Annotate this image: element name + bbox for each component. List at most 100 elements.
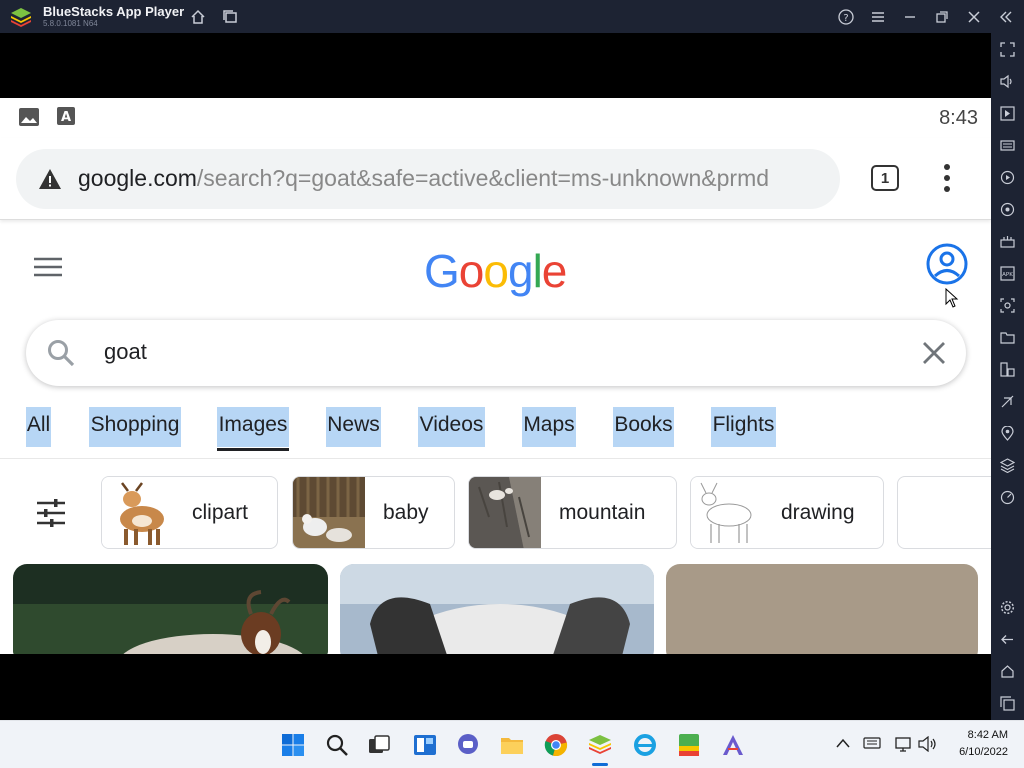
- url-host: google.com: [78, 165, 197, 191]
- logo-letter: g: [507, 245, 534, 297]
- logo-letter: o: [458, 245, 485, 297]
- folder-icon[interactable]: [999, 329, 1016, 346]
- restore-icon[interactable]: [933, 8, 951, 26]
- back-icon[interactable]: [999, 631, 1016, 648]
- address-bar[interactable]: google.com/search?q=goat&safe=active&cli…: [16, 149, 840, 209]
- media-icon[interactable]: [999, 105, 1016, 122]
- tab-all[interactable]: All: [26, 407, 51, 447]
- taskbar-search-icon[interactable]: [325, 733, 349, 757]
- svg-text:A: A: [61, 110, 71, 125]
- image-result[interactable]: [13, 564, 328, 654]
- clear-search-icon[interactable]: [922, 341, 946, 365]
- multi-instance-icon[interactable]: [221, 8, 239, 26]
- performance-icon[interactable]: [999, 489, 1016, 506]
- bluestacks-logo-icon: [11, 8, 31, 27]
- bluestacks-taskbar-icon[interactable]: [588, 733, 612, 757]
- chip-drawing[interactable]: drawing: [690, 476, 884, 549]
- layers-icon[interactable]: [999, 457, 1016, 474]
- more-options-icon[interactable]: [944, 164, 950, 192]
- help-icon[interactable]: ?: [837, 8, 855, 26]
- keyboard-icon[interactable]: [999, 137, 1016, 154]
- mountain-goat-thumbnail: [469, 477, 541, 548]
- android-status-bar: A 8:43: [0, 98, 991, 138]
- mouse-cursor-icon: [945, 288, 959, 308]
- google-logo[interactable]: Google: [424, 244, 568, 298]
- tab-shopping[interactable]: Shopping: [89, 407, 181, 447]
- image-results: [0, 564, 991, 654]
- internet-explorer-icon[interactable]: [633, 733, 657, 757]
- logo-letter: l: [532, 245, 543, 297]
- location-icon[interactable]: [999, 425, 1016, 442]
- tab-switcher-button[interactable]: 1: [871, 165, 899, 191]
- recent-apps-icon[interactable]: [999, 695, 1016, 712]
- home-icon[interactable]: [189, 8, 207, 26]
- chip-more[interactable]: [897, 476, 991, 549]
- chip-label: clipart: [192, 501, 249, 524]
- app-a-icon[interactable]: [721, 733, 745, 757]
- tab-books[interactable]: Books: [613, 407, 674, 447]
- hamburger-menu-icon[interactable]: [33, 257, 63, 277]
- filter-tune-icon[interactable]: [36, 498, 66, 528]
- tab-news[interactable]: News: [326, 407, 381, 447]
- show-hidden-icons-chevron-icon[interactable]: [836, 738, 850, 748]
- fullscreen-icon[interactable]: [999, 41, 1016, 58]
- clipart-goat-thumbnail: [102, 477, 174, 548]
- taskbar-time[interactable]: 8:42 AM: [958, 729, 1008, 741]
- keyboard-tray-icon[interactable]: [863, 737, 881, 749]
- tab-maps[interactable]: Maps: [522, 407, 576, 447]
- close-icon[interactable]: [965, 8, 983, 26]
- windows-start-icon[interactable]: [281, 733, 305, 757]
- windows-taskbar: 8:42 AM 6/10/2022: [0, 720, 1024, 768]
- game-controls-icon[interactable]: [999, 233, 1016, 250]
- macro-icon[interactable]: [999, 169, 1016, 186]
- tab-images[interactable]: Images: [217, 407, 289, 451]
- image-result[interactable]: [340, 564, 654, 654]
- eco-mode-icon[interactable]: [999, 393, 1016, 410]
- file-explorer-icon[interactable]: [500, 733, 524, 757]
- google-header: Google: [0, 220, 991, 310]
- baby-goat-thumbnail: [293, 477, 365, 548]
- drawing-goat-thumbnail: [691, 477, 763, 548]
- logo-letter: e: [541, 245, 568, 297]
- related-searches-chips: clipart baby mountain drawing: [0, 476, 991, 552]
- goat-photo-image: [13, 564, 328, 654]
- android-home-icon[interactable]: [999, 663, 1016, 680]
- screenshot-icon[interactable]: [999, 297, 1016, 314]
- volume-icon[interactable]: [999, 73, 1016, 90]
- minimize-icon[interactable]: [901, 8, 919, 26]
- apk-icon[interactable]: APK: [999, 265, 1016, 282]
- tab-videos[interactable]: Videos: [418, 407, 485, 447]
- menu-icon[interactable]: [869, 8, 887, 26]
- search-query[interactable]: goat: [104, 339, 147, 365]
- taskbar-date[interactable]: 6/10/2022: [948, 746, 1008, 758]
- app-version: 5.8.0.1081 N64: [43, 19, 98, 28]
- url-path: /search?q=goat&safe=active&client=ms-unk…: [196, 165, 770, 191]
- url-text: google.com/search?q=goat&safe=active&cli…: [78, 165, 830, 192]
- search-tabs: All Shopping Images News Videos Maps Boo…: [0, 403, 991, 459]
- image-result[interactable]: [666, 564, 978, 654]
- bluestacks-x-icon[interactable]: [677, 733, 701, 757]
- rotate-icon[interactable]: [999, 201, 1016, 218]
- widgets-icon[interactable]: [413, 733, 437, 757]
- search-icon[interactable]: [47, 339, 75, 367]
- gallery-notification-icon: [19, 108, 39, 126]
- chip-label: mountain: [559, 501, 646, 524]
- settings-icon[interactable]: [999, 599, 1016, 616]
- chip-mountain[interactable]: mountain: [468, 476, 677, 549]
- chip-baby[interactable]: baby: [292, 476, 455, 549]
- title-bar: BlueStacks App Player 5.8.0.1081 N64 ?: [0, 0, 1024, 33]
- tab-flights[interactable]: Flights: [711, 407, 776, 447]
- speaker-icon[interactable]: [918, 736, 938, 752]
- logo-letter: G: [424, 245, 460, 297]
- collapse-sidebar-icon[interactable]: [997, 8, 1015, 26]
- logo-letter: o: [483, 245, 509, 297]
- account-icon[interactable]: [926, 243, 968, 285]
- goat-closeup-image: [340, 564, 654, 654]
- chip-clipart[interactable]: clipart: [101, 476, 278, 549]
- multi-window-icon[interactable]: [999, 361, 1016, 378]
- search-box[interactable]: goat: [26, 320, 966, 386]
- network-icon[interactable]: [895, 736, 913, 752]
- chrome-icon[interactable]: [544, 733, 568, 757]
- teams-chat-icon[interactable]: [456, 733, 480, 757]
- task-view-icon[interactable]: [367, 733, 391, 757]
